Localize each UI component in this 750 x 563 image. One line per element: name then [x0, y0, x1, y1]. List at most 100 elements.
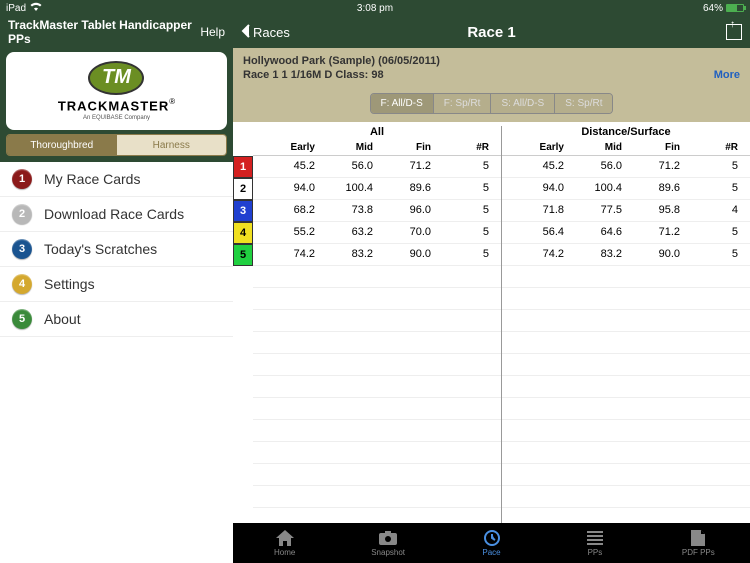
col-early: Early [510, 140, 568, 155]
table-cell: 70.0 [377, 226, 435, 238]
table-cell: 45.2 [510, 160, 568, 172]
table-cell: 89.6 [377, 182, 435, 194]
table-cell: 90.0 [377, 248, 435, 260]
wifi-icon [30, 2, 42, 14]
table-cell: 68.2 [261, 204, 319, 216]
table-cell: 71.2 [377, 160, 435, 172]
list-icon [585, 529, 605, 547]
table-cell: 77.5 [568, 204, 626, 216]
menu-number-icon: 4 [12, 274, 32, 294]
help-link[interactable]: Help [200, 25, 225, 39]
saddle-number: 5 [233, 244, 253, 266]
table-cell: 71.8 [510, 204, 568, 216]
menu-item[interactable]: 3 Today's Scratches [0, 232, 233, 267]
menu-label: Settings [44, 276, 95, 292]
nav-title: Race 1 [467, 24, 515, 41]
col-fin: Fin [626, 140, 684, 155]
table-cell: 45.2 [261, 160, 319, 172]
status-bar: iPad 3:08 pm 64% [0, 0, 750, 16]
sidebar: TrackMaster Tablet Handicapper PPs Help … [0, 16, 233, 563]
table-cell: 74.2 [261, 248, 319, 260]
row-numbers: 12345 [233, 122, 253, 523]
table-cell: 71.2 [626, 160, 684, 172]
table-cell: 56.0 [319, 160, 377, 172]
battery-pct: 64% [703, 3, 723, 14]
chevron-left-icon [241, 24, 251, 41]
col-nr: #R [684, 140, 742, 155]
menu-list: 1My Race Cards2Download Race Cards 3 Today… [0, 162, 233, 563]
table-row: 55.263.270.05 [253, 222, 501, 244]
table-cell: 90.0 [626, 248, 684, 260]
table-row: 74.283.290.05 [502, 244, 750, 266]
menu-item[interactable]: 4 Settings [0, 267, 233, 302]
table-cell: 100.4 [319, 182, 377, 194]
more-link[interactable]: More [714, 69, 740, 81]
document-icon [688, 529, 708, 547]
menu-item[interactable]: 5About [0, 302, 233, 337]
tab-home[interactable]: Home [233, 523, 336, 563]
race-info-bar: Hollywood Park (Sample) (06/05/2011) Rac… [233, 48, 750, 87]
table-cell: 5 [435, 204, 493, 216]
table-cell: 5 [684, 226, 742, 238]
home-icon [275, 529, 295, 547]
device-label: iPad [6, 3, 26, 14]
table-cell: 56.0 [568, 160, 626, 172]
table-cell: 71.2 [626, 226, 684, 238]
info-line-2: Race 1 1 1/16M D Class: 98 [243, 68, 740, 82]
back-button[interactable]: Races [241, 24, 290, 41]
table-cell: 5 [684, 248, 742, 260]
menu-label: About [44, 311, 81, 327]
tab-label: PDF PPs [682, 548, 715, 557]
filter-s-all-ds[interactable]: S: All/D-S [491, 94, 555, 113]
tab-pps[interactable]: PPs [543, 523, 646, 563]
col-mid: Mid [319, 140, 377, 155]
saddle-number: 2 [233, 178, 253, 200]
table-cell: 5 [435, 248, 493, 260]
table-all: All Early Mid Fin #R 45.256.071.2594.010… [253, 122, 501, 523]
tab-pace[interactable]: Pace [440, 523, 543, 563]
table-ds-title: Distance/Surface [502, 122, 750, 140]
table-cell: 56.4 [510, 226, 568, 238]
logo-text: TRACKMASTER [58, 98, 169, 113]
table-cell: 94.0 [510, 182, 568, 194]
table-all-title: All [253, 122, 501, 140]
table-cell: 96.0 [377, 204, 435, 216]
logo-subtitle: An EQUIBASE Company [83, 115, 150, 121]
segment-thoroughbred[interactable]: Thoroughbred [7, 135, 117, 155]
logo-icon: TM [88, 61, 144, 95]
table-cell: 100.4 [568, 182, 626, 194]
tab-label: Pace [482, 548, 500, 557]
menu-item[interactable]: 1My Race Cards [0, 162, 233, 197]
menu-number-icon: 1 [12, 169, 32, 189]
filter-s-sp-rt[interactable]: S: Sp/Rt [555, 94, 612, 113]
table-cell: 5 [435, 182, 493, 194]
tab-label: Home [274, 548, 295, 557]
saddle-number: 4 [233, 222, 253, 244]
table-row: 68.273.896.05 [253, 200, 501, 222]
breed-segment[interactable]: Thoroughbred Harness [6, 134, 227, 156]
saddle-number: 3 [233, 200, 253, 222]
table-row: 71.877.595.84 [502, 200, 750, 222]
menu-item[interactable]: 2Download Race Cards [0, 197, 233, 232]
table-cell: 5 [684, 160, 742, 172]
camera-icon [378, 529, 398, 547]
tab-pdf-pps[interactable]: PDF PPs [647, 523, 750, 563]
filter-bar: F: All/D-S F: Sp/Rt S: All/D-S S: Sp/Rt [233, 87, 750, 122]
table-ds: Distance/Surface Early Mid Fin #R 45.256… [502, 122, 750, 523]
filter-f-all-ds[interactable]: F: All/D-S [371, 94, 434, 113]
segment-harness[interactable]: Harness [117, 135, 227, 155]
col-nr: #R [435, 140, 493, 155]
tab-snapshot[interactable]: Snapshot [336, 523, 439, 563]
table-row: 45.256.071.25 [253, 156, 501, 178]
filter-f-sp-rt[interactable]: F: Sp/Rt [434, 94, 492, 113]
bottom-tab-bar: Home Snapshot Pace PPs PDF PPs [233, 523, 750, 563]
share-button[interactable] [726, 24, 742, 40]
info-line-1: Hollywood Park (Sample) (06/05/2011) [243, 54, 740, 68]
table-cell: 83.2 [568, 248, 626, 260]
col-early: Early [261, 140, 319, 155]
logo-card: TM TRACKMASTER® An EQUIBASE Company [6, 52, 227, 130]
menu-number-icon: 3 [12, 239, 32, 259]
back-label: Races [253, 25, 290, 40]
table-cell: 5 [435, 160, 493, 172]
menu-label: Today's Scratches [44, 241, 157, 257]
